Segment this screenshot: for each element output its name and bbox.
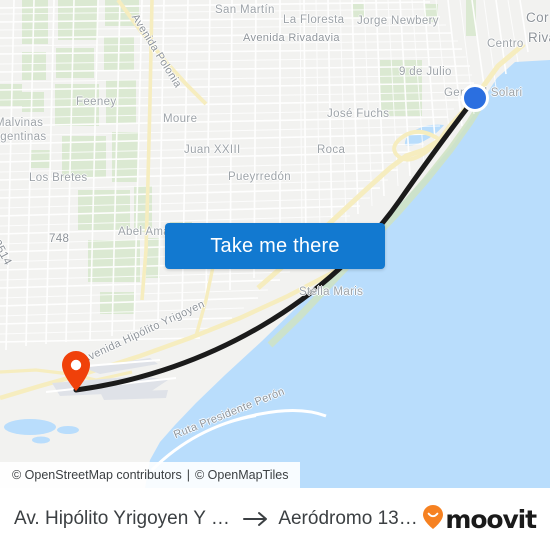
moovit-wordmark: moovit: [445, 504, 537, 534]
attribution-osm[interactable]: © OpenStreetMap contributors: [12, 468, 182, 482]
destination-marker-icon[interactable]: [461, 84, 489, 112]
arrow-right-icon: [243, 510, 269, 528]
moovit-route-screen: San Martín La Floresta Jorge Newbery Cor Riv…: [0, 0, 550, 550]
map-attribution: © OpenStreetMap contributors | © OpenMap…: [0, 462, 301, 488]
attribution-openmaptiles[interactable]: © OpenMapTiles: [195, 468, 289, 482]
take-me-there-label: Take me there: [210, 234, 340, 257]
footer-origin-label[interactable]: Av. Hipólito Yrigoyen Y Cruce…: [14, 508, 234, 530]
attribution-separator: |: [186, 468, 190, 482]
water-pond-3: [32, 436, 50, 444]
moovit-logo[interactable]: moovit: [422, 504, 542, 535]
moovit-pin-icon: [422, 504, 444, 535]
water-pond-2: [57, 426, 79, 434]
route-footer: Av. Hipólito Yrigoyen Y Cruce… Aeródromo…: [0, 488, 550, 550]
footer-destination-label[interactable]: Aeródromo 13 De …: [278, 508, 422, 530]
map-canvas[interactable]: San Martín La Floresta Jorge Newbery Cor Riv…: [0, 0, 550, 488]
water-pond-1: [4, 419, 56, 435]
take-me-there-button[interactable]: Take me there: [165, 223, 385, 269]
